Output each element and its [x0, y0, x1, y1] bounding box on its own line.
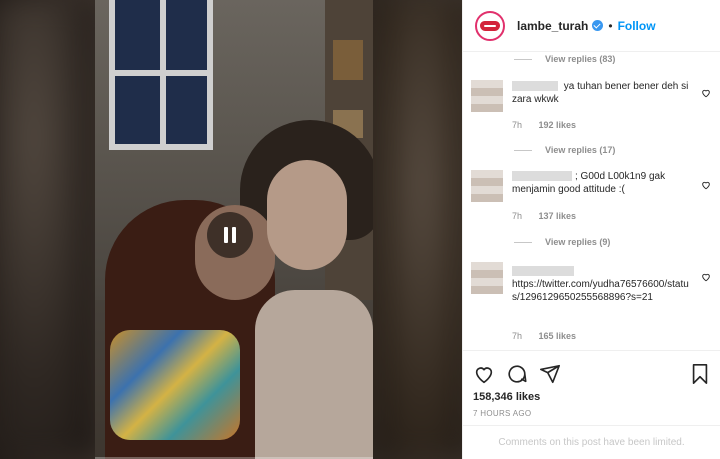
view-replies-button[interactable]: View replies (83) — [514, 54, 615, 64]
post-time: 7 HOURS AGO — [473, 409, 532, 418]
blurred-username — [512, 81, 558, 92]
heart-icon[interactable] — [701, 272, 711, 282]
comment-likes[interactable]: 137 likes — [539, 211, 577, 221]
comment-likes[interactable]: 192 likes — [539, 120, 577, 130]
view-replies-button[interactable]: View replies (9) — [514, 237, 610, 247]
video-blur-right — [372, 0, 462, 459]
blurred-username — [512, 171, 572, 182]
comment-meta: 7h 165 likes — [512, 331, 590, 341]
comment-age: 7h — [512, 120, 523, 130]
comment-icon[interactable] — [506, 363, 528, 385]
comment-meta: 7h 192 likes — [512, 120, 590, 130]
separator-dot: • — [608, 18, 613, 33]
view-replies-label: View replies (83) — [545, 54, 616, 64]
comment-avatar[interactable] — [471, 80, 503, 112]
comment-avatar[interactable] — [471, 170, 503, 202]
video-window-frame — [109, 0, 213, 150]
bookmark-icon[interactable] — [689, 363, 711, 385]
comment-age: 7h — [512, 211, 523, 221]
post-panel: lambe_turah • Follow View replies (83) y… — [462, 0, 720, 459]
pause-icon[interactable] — [207, 212, 253, 258]
heart-icon[interactable] — [701, 180, 711, 190]
view-replies-label: View replies (17) — [545, 145, 616, 155]
heart-icon[interactable] — [473, 363, 495, 385]
comment-link[interactable]: https://twitter.com/yudha76576600/status… — [512, 279, 689, 303]
comment-likes[interactable]: 165 likes — [539, 331, 577, 341]
heart-icon[interactable] — [701, 88, 711, 98]
blurred-username — [512, 266, 574, 276]
comment-meta: 7h 137 likes — [512, 211, 590, 221]
view-replies-button[interactable]: View replies (17) — [514, 145, 615, 155]
follow-button[interactable]: Follow — [618, 19, 656, 33]
share-icon[interactable] — [539, 363, 561, 385]
post-actions: 158,346 likes 7 HOURS AGO — [463, 350, 720, 425]
like-count[interactable]: 158,346 likes — [473, 391, 710, 403]
view-replies-label: View replies (9) — [545, 237, 611, 247]
comments-limited-notice: Comments on this post have been limited. — [463, 425, 720, 459]
verified-icon — [592, 20, 604, 31]
post-media — [0, 0, 462, 459]
video-blur-left — [0, 0, 100, 459]
avatar[interactable] — [475, 10, 505, 41]
post-header: lambe_turah • Follow — [463, 0, 720, 52]
comment-age: 7h — [512, 331, 523, 341]
comment-avatar[interactable] — [471, 262, 503, 294]
comments-list: View replies (83) ya tuhan bener bener d… — [463, 52, 720, 350]
username[interactable]: lambe_turah — [517, 19, 588, 33]
